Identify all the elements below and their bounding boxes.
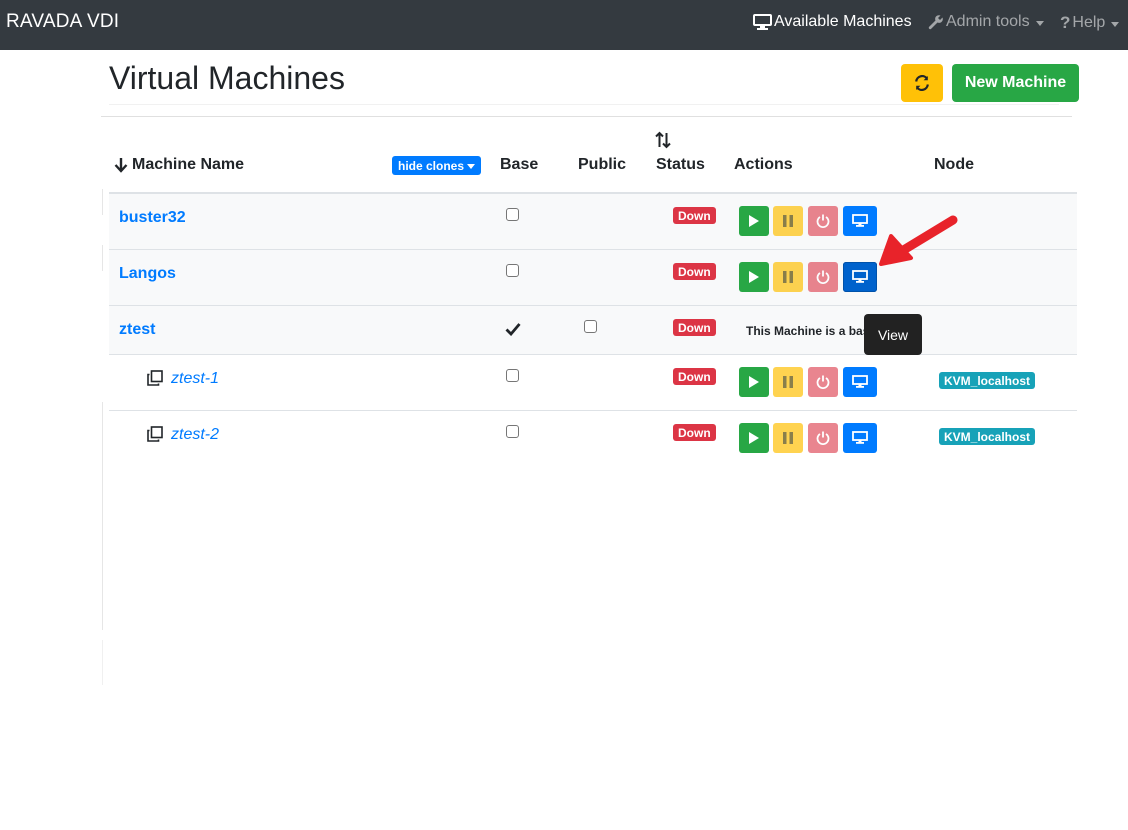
- pause-icon: [783, 215, 793, 227]
- machine-name-link[interactable]: Langos: [119, 265, 176, 283]
- new-machine-button[interactable]: New Machine: [952, 64, 1079, 102]
- base-checkbox[interactable]: [506, 425, 519, 438]
- nav-admin-tools-label: Admin tools: [946, 13, 1030, 30]
- arrow-down-icon[interactable]: [114, 157, 128, 173]
- hide-clones-dropdown[interactable]: hide clones: [392, 156, 482, 175]
- header-status[interactable]: Status: [656, 156, 705, 174]
- header-actions: Actions: [734, 156, 793, 173]
- chevron-down-icon: [1035, 20, 1044, 26]
- start-button[interactable]: [739, 206, 769, 236]
- card-edge: [102, 245, 103, 271]
- clone-icon: [147, 426, 163, 442]
- desktop-icon: [852, 270, 868, 283]
- power-icon: [816, 214, 830, 228]
- clone-icon: [147, 370, 163, 386]
- nav-available-machines-label: Available Machines: [774, 13, 912, 30]
- view-button[interactable]: [843, 423, 877, 453]
- shutdown-button[interactable]: [808, 423, 838, 453]
- table-row: [109, 411, 1077, 461]
- power-icon: [816, 375, 830, 389]
- pause-button[interactable]: [773, 206, 803, 236]
- desktop-icon: [852, 214, 868, 227]
- play-icon: [749, 271, 759, 283]
- status-badge: Down: [673, 319, 716, 336]
- check-icon: [505, 323, 521, 336]
- chevron-down-icon: [467, 164, 476, 169]
- desktop-icon: [753, 14, 772, 30]
- refresh-button[interactable]: [901, 64, 943, 102]
- table-row: [109, 355, 1077, 410]
- card-edge: [102, 402, 103, 630]
- play-icon: [749, 376, 759, 388]
- play-icon: [749, 432, 759, 444]
- card-edge: [102, 640, 103, 685]
- title-divider: [109, 104, 1059, 105]
- sort-icon[interactable]: [655, 131, 671, 149]
- page-title: Virtual Machines: [109, 60, 345, 96]
- question-icon: ?: [1060, 13, 1071, 32]
- view-button[interactable]: [843, 206, 877, 236]
- desktop-icon: [852, 431, 868, 444]
- base-checkbox[interactable]: [506, 369, 519, 382]
- view-tooltip: View: [864, 314, 922, 355]
- chevron-down-icon: [1111, 21, 1120, 27]
- header-base[interactable]: Base: [500, 156, 538, 174]
- status-badge: Down: [673, 424, 716, 441]
- shutdown-button[interactable]: [808, 262, 838, 292]
- play-icon: [749, 215, 759, 227]
- nav-available-machines[interactable]: Available Machines: [753, 13, 912, 31]
- start-button[interactable]: [739, 262, 769, 292]
- base-checkbox[interactable]: [506, 208, 519, 221]
- pause-button[interactable]: [773, 367, 803, 397]
- hide-clones-label: hide clones: [398, 158, 465, 173]
- status-badge: Down: [673, 368, 716, 385]
- pause-icon: [783, 271, 793, 283]
- base-message: This Machine is a base: [746, 324, 877, 338]
- nav-help[interactable]: ? Help: [1060, 13, 1120, 33]
- view-button[interactable]: [843, 367, 877, 397]
- power-icon: [816, 270, 830, 284]
- shutdown-button[interactable]: [808, 367, 838, 397]
- nav-help-label: Help: [1072, 14, 1106, 31]
- annotation-arrow-icon: [879, 215, 958, 266]
- node-badge: KVM_localhost: [939, 372, 1036, 389]
- shutdown-button[interactable]: [808, 206, 838, 236]
- node-badge: KVM_localhost: [939, 428, 1036, 445]
- machine-name-link[interactable]: ztest-1: [171, 370, 219, 388]
- header-public[interactable]: Public: [578, 156, 626, 174]
- machine-name-link[interactable]: buster32: [119, 209, 186, 227]
- header-node[interactable]: Node: [934, 156, 974, 174]
- card-top-border: [101, 116, 1072, 117]
- power-icon: [816, 431, 830, 445]
- machine-name-link[interactable]: ztest: [119, 321, 155, 339]
- pause-icon: [783, 376, 793, 388]
- base-checkbox[interactable]: [506, 264, 519, 277]
- pause-button[interactable]: [773, 262, 803, 292]
- status-badge: Down: [673, 207, 716, 224]
- refresh-icon: [915, 75, 929, 91]
- pause-button[interactable]: [773, 423, 803, 453]
- wrench-icon: [928, 15, 943, 30]
- navbar: RAVADA VDI Available Machines Admin tool…: [0, 0, 1128, 50]
- status-badge: Down: [673, 263, 716, 280]
- start-button[interactable]: [739, 423, 769, 453]
- nav-admin-tools[interactable]: Admin tools: [928, 13, 1044, 31]
- desktop-icon: [852, 375, 868, 388]
- pause-icon: [783, 432, 793, 444]
- brand[interactable]: RAVADA VDI: [6, 11, 119, 33]
- card-edge: [102, 189, 103, 215]
- header-machine-name[interactable]: Machine Name: [132, 156, 244, 174]
- public-checkbox[interactable]: [584, 320, 597, 333]
- start-button[interactable]: [739, 367, 769, 397]
- view-button[interactable]: [843, 262, 877, 292]
- machine-name-link[interactable]: ztest-2: [171, 426, 219, 444]
